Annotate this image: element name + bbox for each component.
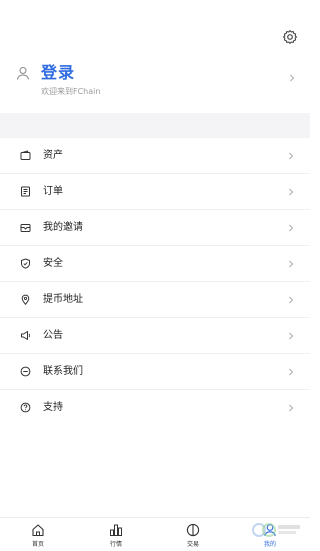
menu-item-withdraw-address[interactable]: 提币地址 [0, 282, 310, 318]
help-icon [20, 402, 31, 413]
gear-icon[interactable] [282, 29, 298, 45]
menu-item-label: 公告 [43, 330, 63, 341]
menu-item-label: 我的邀请 [43, 222, 83, 233]
menu-list: 资产 订单 我的邀请 安全 提币地址 公告 联系我们 支持 [0, 138, 310, 426]
chevron-right-icon [289, 332, 294, 340]
chevron-right-icon [290, 74, 295, 82]
menu-item-label: 资产 [43, 150, 63, 161]
chevron-right-icon [289, 188, 294, 196]
menu-item-orders[interactable]: 订单 [0, 174, 310, 210]
chevron-right-icon [289, 296, 294, 304]
tab-market[interactable]: 行情 [94, 521, 138, 551]
invite-icon [20, 224, 31, 232]
home-icon [32, 524, 44, 537]
order-icon [21, 186, 30, 197]
menu-item-contact-us[interactable]: 联系我们 [0, 354, 310, 390]
chevron-right-icon [289, 368, 294, 376]
menu-item-security[interactable]: 安全 [0, 246, 310, 282]
chevron-right-icon [289, 260, 294, 268]
user-icon [17, 67, 29, 80]
tab-label: 交易 [186, 541, 199, 548]
tab-label: 行情 [109, 541, 122, 548]
login-row[interactable]: 登录 欢迎来到FChain [0, 60, 310, 102]
tab-trade[interactable]: 交易 [171, 521, 215, 551]
chevron-right-icon [289, 224, 294, 232]
menu-item-invite[interactable]: 我的邀请 [0, 210, 310, 246]
chevron-right-icon [289, 152, 294, 160]
chat-icon [20, 366, 31, 377]
menu-item-assets[interactable]: 资产 [0, 138, 310, 174]
menu-item-announcement[interactable]: 公告 [0, 318, 310, 354]
tab-home[interactable]: 首页 [16, 521, 60, 551]
menu-item-label: 订单 [43, 186, 63, 197]
menu-item-label: 支持 [43, 402, 63, 413]
shield-icon [21, 258, 30, 269]
section-divider [0, 113, 310, 138]
trade-icon [186, 523, 200, 537]
login-subtitle: 欢迎来到FChain [41, 87, 101, 96]
market-icon [110, 524, 122, 536]
tab-label: 我的 [263, 541, 276, 548]
menu-item-support[interactable]: 支持 [0, 390, 310, 426]
tab-label: 首页 [31, 541, 44, 548]
menu-item-label: 提币地址 [43, 294, 83, 305]
menu-item-label: 安全 [43, 258, 63, 269]
chevron-right-icon [289, 404, 294, 412]
wallet-icon [20, 150, 31, 160]
location-icon [21, 294, 30, 305]
menu-item-label: 联系我们 [43, 366, 83, 377]
watermark-logo [252, 523, 300, 537]
login-title[interactable]: 登录 [41, 63, 75, 83]
speaker-icon [21, 331, 31, 340]
